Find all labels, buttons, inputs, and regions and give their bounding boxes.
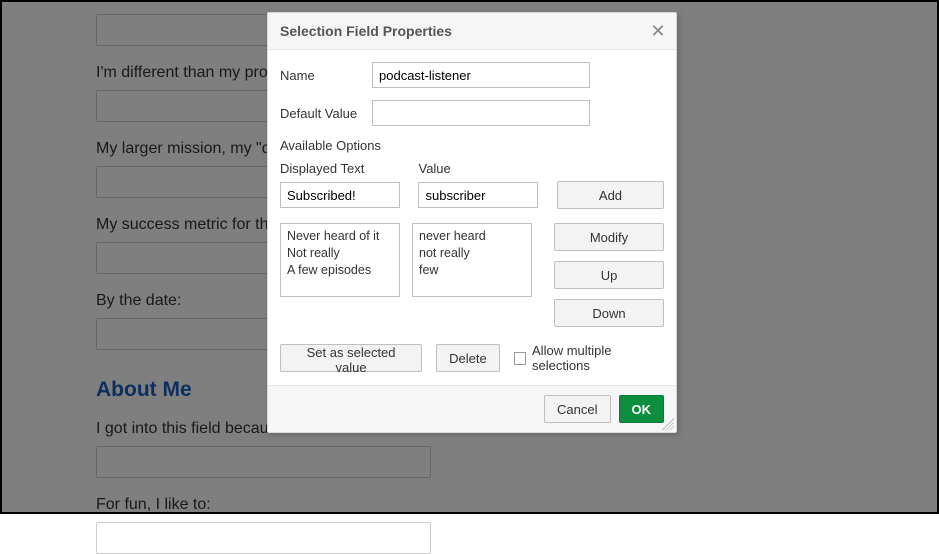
dialog-body: Name Default Value Available Options Dis…: [268, 50, 676, 385]
displayed-text-label: Displayed Text: [280, 161, 406, 176]
resize-grip-icon[interactable]: [662, 418, 674, 430]
dialog-title: Selection Field Properties: [280, 23, 452, 39]
name-input[interactable]: [372, 62, 590, 88]
displayed-options-list[interactable]: Never heard of it Not really A few episo…: [280, 223, 400, 297]
displayed-text-input[interactable]: [280, 182, 400, 208]
delete-button[interactable]: Delete: [436, 344, 500, 372]
selection-field-properties-dialog: Selection Field Properties ✕ Name Defaul…: [267, 12, 677, 433]
value-label: Value: [418, 161, 544, 176]
value-options-list[interactable]: never heard not really few: [412, 223, 532, 297]
cancel-button[interactable]: Cancel: [544, 395, 610, 423]
dialog-footer: Cancel OK: [268, 385, 676, 432]
allow-multiple-label: Allow multiple selections: [532, 343, 664, 373]
value-input[interactable]: [418, 182, 538, 208]
text-field: [96, 522, 431, 554]
add-button[interactable]: Add: [557, 181, 664, 209]
up-button[interactable]: Up: [554, 261, 664, 289]
close-icon[interactable]: ✕: [648, 21, 668, 41]
ok-button[interactable]: OK: [619, 395, 665, 423]
set-selected-button[interactable]: Set as selected value: [280, 344, 422, 372]
modify-button[interactable]: Modify: [554, 223, 664, 251]
default-value-input[interactable]: [372, 100, 590, 126]
name-label: Name: [280, 68, 372, 83]
down-button[interactable]: Down: [554, 299, 664, 327]
checkbox-icon: [514, 352, 526, 365]
dialog-header: Selection Field Properties ✕: [268, 13, 676, 50]
available-options-label: Available Options: [280, 138, 664, 153]
default-value-label: Default Value: [280, 106, 372, 121]
allow-multiple-checkbox[interactable]: Allow multiple selections: [514, 343, 664, 373]
